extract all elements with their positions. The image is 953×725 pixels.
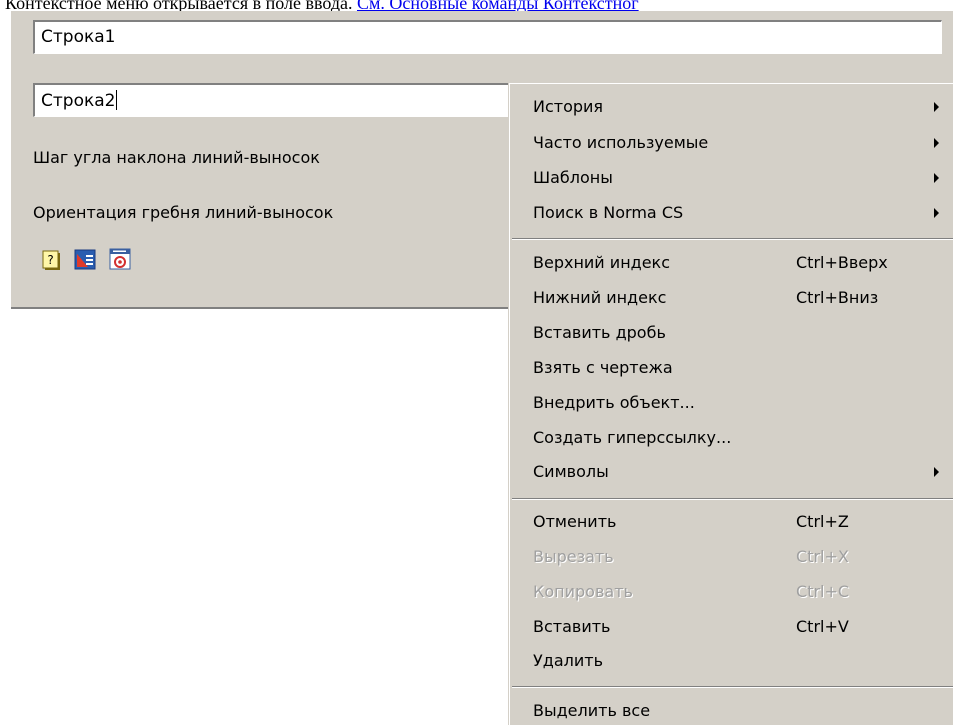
menu-item-templates[interactable]: Шаблоны <box>510 164 953 192</box>
leader-comb-orientation-label: Ориентация гребня линий-выносок <box>33 203 334 222</box>
menu-item-cut: Вырезать Ctrl+X <box>510 543 953 571</box>
menu-item-label: История <box>533 97 604 116</box>
menu-item-label: Вырезать <box>533 547 614 566</box>
menu-item-shortcut: Ctrl+Z <box>796 512 849 531</box>
menu-item-label: Взять с чертежа <box>533 358 673 377</box>
menu-separator <box>512 498 953 500</box>
submenu-arrow-icon <box>934 208 939 218</box>
menu-item-shortcut: Ctrl+X <box>796 547 849 566</box>
menu-item-label: Вставить <box>533 617 611 636</box>
text-line1-value: Строка1 <box>41 27 116 47</box>
text-caret <box>116 90 118 110</box>
menu-item-create-hyperlink[interactable]: Создать гиперссылку... <box>510 424 953 452</box>
menu-item-label: Выделить все <box>533 701 651 720</box>
menu-item-select-all[interactable]: Выделить все <box>510 697 953 725</box>
menu-item-copy: Копировать Ctrl+C <box>510 578 953 606</box>
submenu-arrow-icon <box>934 138 939 148</box>
menu-item-shortcut: Ctrl+Вверх <box>796 253 888 272</box>
text-line1-input[interactable]: Строка1 <box>33 20 942 54</box>
menu-item-label: Отменить <box>533 512 617 531</box>
leader-angle-step-label: Шаг угла наклона линий-выносок <box>33 148 320 167</box>
menu-item-superscript[interactable]: Верхний индекс Ctrl+Вверх <box>510 249 953 277</box>
context-menu: История Часто используемые Шаблоны Поиск… <box>509 83 953 725</box>
menu-item-label: Создать гиперссылку... <box>533 428 732 447</box>
menu-item-label: Удалить <box>533 651 603 670</box>
menu-separator <box>512 686 953 688</box>
menu-item-insert-fraction[interactable]: Вставить дробь <box>510 319 953 347</box>
menu-item-take-from-drawing[interactable]: Взять с чертежа <box>510 354 953 382</box>
menu-item-shortcut: Ctrl+C <box>796 582 850 601</box>
menu-separator <box>512 238 953 240</box>
menu-item-label: Шаблоны <box>533 168 613 187</box>
menu-item-delete[interactable]: Удалить <box>510 647 953 675</box>
menu-item-label: Внедрить объект... <box>533 393 695 412</box>
submenu-arrow-icon <box>934 173 939 183</box>
menu-item-label: Поиск в Norma CS <box>533 203 684 222</box>
menu-item-shortcut: Ctrl+V <box>796 617 849 636</box>
menu-item-history[interactable]: История <box>510 93 953 121</box>
text-line2-value: Строка2 <box>41 91 116 111</box>
menu-item-shortcut: Ctrl+Вниз <box>796 288 879 307</box>
menu-item-frequent[interactable]: Часто используемые <box>510 129 953 157</box>
menu-item-label: Копировать <box>533 582 633 601</box>
menu-item-label: Верхний индекс <box>533 253 671 272</box>
menu-item-label: Символы <box>533 462 609 481</box>
menu-item-subscript[interactable]: Нижний индекс Ctrl+Вниз <box>510 284 953 312</box>
menu-item-symbols[interactable]: Символы <box>510 458 953 486</box>
help-icon[interactable]: ? <box>40 248 62 272</box>
submenu-arrow-icon <box>934 102 939 112</box>
menu-item-search-norma[interactable]: Поиск в Norma CS <box>510 199 953 227</box>
menu-item-undo[interactable]: Отменить Ctrl+Z <box>510 508 953 536</box>
submenu-arrow-icon <box>934 467 939 477</box>
menu-item-paste[interactable]: Вставить Ctrl+V <box>510 613 953 641</box>
svg-text:?: ? <box>47 253 53 267</box>
table-icon[interactable] <box>74 248 96 272</box>
menu-item-label: Нижний индекс <box>533 288 667 307</box>
menu-item-embed-object[interactable]: Внедрить объект... <box>510 389 953 417</box>
gost-settings-icon[interactable] <box>109 248 131 272</box>
menu-item-label: Вставить дробь <box>533 323 666 342</box>
menu-item-label: Часто используемые <box>533 133 709 152</box>
